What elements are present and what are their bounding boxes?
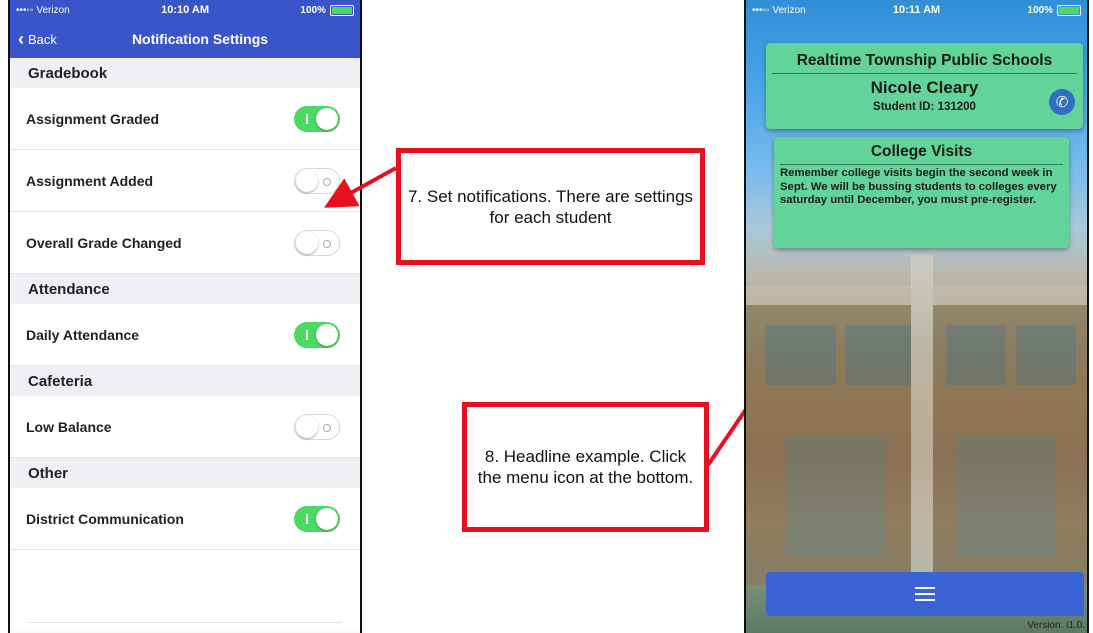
daily-attendance-toggle[interactable]	[294, 321, 340, 348]
setting-row-assignment-graded: Assignment Graded	[10, 88, 360, 150]
battery-icon	[329, 4, 354, 16]
status-bar: •••◦◦ Verizon 10:11 AM 100%	[746, 0, 1087, 20]
headline-title: College Visits	[870, 143, 973, 160]
notification-settings-screen: •••◦◦ Verizon 10:10 AM 100% ‹ Back Notif…	[8, 0, 362, 633]
school-building-background	[746, 255, 1087, 585]
headline-body: Remember college visits begin the second…	[780, 167, 1057, 207]
setting-label: Daily Attendance	[26, 326, 140, 343]
divider	[28, 622, 342, 623]
carrier-label: •••◦◦ Verizon	[752, 4, 806, 16]
battery-percent: 100%	[300, 4, 326, 16]
clock: 10:10 AM	[161, 4, 210, 16]
nav-bar: ‹ Back Notification Settings	[10, 20, 360, 58]
headline-screen: •••◦◦ Verizon 10:11 AM 100% Realtime Tow…	[744, 0, 1089, 633]
setting-row-daily-attendance: Daily Attendance	[10, 304, 360, 366]
overall-grade-changed-toggle[interactable]	[294, 229, 340, 256]
assignment-graded-toggle[interactable]	[294, 105, 340, 132]
back-label: Back	[28, 31, 57, 47]
headline-card[interactable]: College Visits Remember college visits b…	[774, 137, 1069, 248]
assignment-added-toggle[interactable]	[294, 167, 340, 194]
setting-row-overall-grade-changed: Overall Grade Changed	[10, 212, 360, 274]
carrier-label: •••◦◦ Verizon	[16, 4, 70, 16]
status-right: 100%	[1027, 4, 1081, 16]
setting-row-assignment-added: Assignment Added	[10, 150, 360, 212]
page-title: Notification Settings	[131, 31, 269, 47]
low-balance-toggle[interactable]	[294, 413, 340, 440]
setting-label: Overall Grade Changed	[26, 234, 182, 251]
setting-row-low-balance: Low Balance	[10, 396, 360, 458]
setting-label: District Communication	[26, 510, 184, 527]
setting-label: Assignment Graded	[26, 110, 160, 127]
student-id: Student ID: 131200	[873, 101, 976, 113]
hamburger-menu-icon	[915, 587, 935, 601]
divider	[772, 73, 1077, 74]
status-bar: •••◦◦ Verizon 10:10 AM 100%	[10, 0, 360, 20]
menu-button[interactable]	[766, 572, 1084, 616]
student-card: Realtime Township Public Schools Nicole …	[766, 43, 1083, 129]
phone-call-button[interactable]: ✆	[1049, 89, 1075, 115]
phone-icon: ✆	[1055, 94, 1069, 111]
battery-percent: 100%	[1027, 4, 1053, 16]
callout-set-notifications: 7. Set notifications. There are settings…	[396, 148, 705, 265]
section-header-cafeteria: Cafeteria	[10, 366, 360, 396]
chevron-left-icon: ‹	[18, 28, 24, 49]
section-header-other: Other	[10, 458, 360, 488]
setting-label: Low Balance	[26, 418, 112, 435]
school-name: Realtime Township Public Schools	[796, 52, 1053, 69]
section-header-gradebook: Gradebook	[10, 58, 360, 88]
back-button[interactable]: ‹ Back	[10, 29, 57, 50]
section-header-attendance: Attendance	[10, 274, 360, 304]
list-empty-space	[10, 550, 360, 628]
setting-row-district-communication: District Communication	[10, 488, 360, 550]
battery-icon	[1056, 4, 1081, 16]
district-communication-toggle[interactable]	[294, 505, 340, 532]
setting-label: Assignment Added	[26, 172, 154, 189]
status-right: 100%	[300, 4, 354, 16]
clock: 10:11 AM	[892, 4, 941, 16]
student-name: Nicole Cleary	[870, 78, 979, 97]
callout-headline-example: 8. Headline example. Click the menu icon…	[462, 402, 709, 532]
app-version: Version: i1.0.	[1027, 620, 1085, 631]
divider	[780, 164, 1063, 165]
